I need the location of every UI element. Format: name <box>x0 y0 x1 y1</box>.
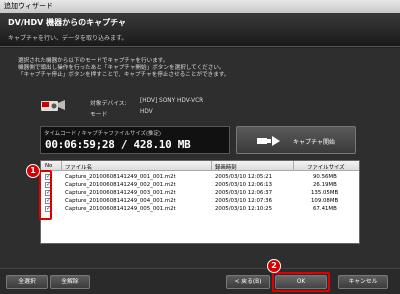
row-filename: Capture_20100608141249_004_001.m2t <box>65 198 176 204</box>
file-list-header: No ファイル名 録画時刻 ファイルサイズ <box>41 161 359 171</box>
row-size: 135.05MB <box>311 190 339 196</box>
deselect-all-button[interactable]: 全解除 <box>50 275 90 289</box>
row-filename: Capture_20100608141249_003_001.m2t <box>65 190 176 196</box>
capture-connector-icon <box>257 136 280 146</box>
device-target-label: 対象デバイス: <box>90 101 127 107</box>
instruction-line: 機器側で頭出し操作を行ったあと「キャプチャ開始」ボタンを選択してください。 <box>18 65 225 71</box>
instructions: 選択された機器から以下のモードでキャプチャを行います。 機器側で頭出し操作を行っ… <box>18 58 358 79</box>
table-row[interactable]: Capture_20100608141249_001_001.m2t 2005/… <box>41 173 359 181</box>
capture-start-button[interactable]: キャプチャ開始 <box>236 126 356 154</box>
callout-badge-2: 2 <box>267 259 281 273</box>
col-no[interactable]: No <box>45 163 52 169</box>
instruction-line: 選択された機器から以下のモードでキャプチャを行います。 <box>18 58 169 64</box>
cancel-button[interactable]: キャンセル <box>338 275 388 289</box>
table-row[interactable]: Capture_20100608141249_003_001.m2t 2005/… <box>41 189 359 197</box>
row-size: 67.41MB <box>313 206 337 212</box>
header-title: DV/HDV 機器からのキャプチャ <box>8 18 126 27</box>
row-filename: Capture_20100608141249_001_001.m2t <box>65 174 176 180</box>
timecode-label: タイムコード / キャプチャファイルサイズ(推定) <box>44 131 161 137</box>
callout-badge-1: 1 <box>26 164 40 178</box>
device-mode-value: HDV <box>140 109 153 115</box>
instruction-line: 「キャプチャ停止」ボタンを押すことで、キャプチャを停止させることができます。 <box>18 72 230 78</box>
row-time: 2005/03/10 12:06:13 <box>215 182 272 188</box>
table-row[interactable]: Capture_20100608141249_005_001.m2t 2005/… <box>41 205 359 213</box>
row-size: 109.08MB <box>311 198 339 204</box>
capture-start-label: キャプチャ開始 <box>293 139 335 146</box>
row-time: 2005/03/10 12:10:25 <box>215 206 272 212</box>
capture-file-list[interactable]: No ファイル名 録画時刻 ファイルサイズ Capture_2010060814… <box>40 160 360 244</box>
row-time: 2005/03/10 12:05:21 <box>215 174 272 180</box>
row-size: 90.56MB <box>313 174 337 180</box>
device-mode-label: モード <box>90 112 108 118</box>
wizard-footer: 全選択 全解除 < 戻る(B) OK キャンセル <box>0 268 400 294</box>
ok-button-highlight <box>272 272 330 292</box>
select-all-button[interactable]: 全選択 <box>6 275 48 289</box>
wizard-header: DV/HDV 機器からのキャプチャ キャプチャを行い、データを取り込みます。 <box>0 13 400 47</box>
row-size: 26.19MB <box>313 182 337 188</box>
row-time: 2005/03/10 12:07:36 <box>215 198 272 204</box>
col-filename[interactable]: ファイル名 <box>65 163 92 171</box>
col-file-size[interactable]: ファイルサイズ <box>307 163 345 171</box>
window-titlebar: 追加ウィザード <box>0 0 400 13</box>
table-row[interactable]: Capture_20100608141249_004_001.m2t 2005/… <box>41 197 359 205</box>
row-time: 2005/03/10 12:06:37 <box>215 190 272 196</box>
table-row[interactable]: Capture_20100608141249_002_001.m2t 2005/… <box>41 181 359 189</box>
back-button[interactable]: < 戻る(B) <box>226 275 270 289</box>
window-title: 追加ウィザード <box>4 2 53 10</box>
row-filename: Capture_20100608141249_002_001.m2t <box>65 182 176 188</box>
row-filename: Capture_20100608141249_005_001.m2t <box>65 206 176 212</box>
timecode-display: タイムコード / キャプチャファイルサイズ(推定) 00:06:59;28 / … <box>40 126 230 154</box>
checkbox-column-highlight <box>39 170 52 220</box>
header-subtitle: キャプチャを行い、データを取り込みます。 <box>8 35 128 42</box>
main-panel: 選択された機器から以下のモードでキャプチャを行います。 機器側で頭出し操作を行っ… <box>0 48 400 268</box>
camcorder-icon <box>41 100 65 111</box>
device-target-value: [HDV] SONY HDV-VCR <box>140 98 204 104</box>
col-record-time[interactable]: 録画時刻 <box>215 163 237 171</box>
timecode-value: 00:06:59;28 / 428.10 MB <box>45 138 191 151</box>
